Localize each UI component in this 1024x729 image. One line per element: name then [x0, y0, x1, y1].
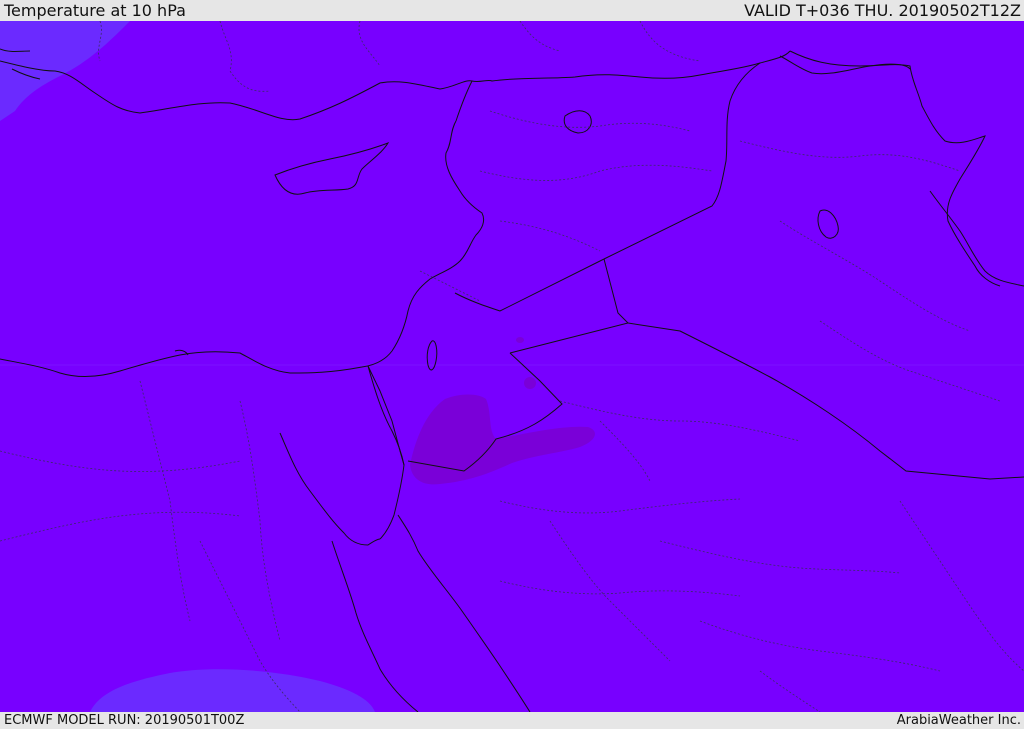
warm-spot-1 — [516, 337, 524, 343]
valid-time-label: VALID T+036 THU. 20190502T12Z — [744, 1, 1021, 20]
map-canvas — [0, 21, 1024, 712]
map-title: Temperature at 10 hPa — [4, 1, 186, 20]
model-run-label: ECMWF MODEL RUN: 20190501T00Z — [4, 713, 245, 728]
footer-bar: ECMWF MODEL RUN: 20190501T00Z ArabiaWeat… — [0, 712, 1024, 729]
temperature-field — [0, 21, 1024, 712]
map-frame: Temperature at 10 hPa VALID T+036 THU. 2… — [0, 0, 1024, 729]
warm-spot-2 — [524, 377, 536, 389]
temperature-map[interactable] — [0, 21, 1024, 712]
credit-label: ArabiaWeather Inc. — [896, 713, 1021, 728]
header-bar: Temperature at 10 hPa VALID T+036 THU. 2… — [0, 0, 1024, 21]
